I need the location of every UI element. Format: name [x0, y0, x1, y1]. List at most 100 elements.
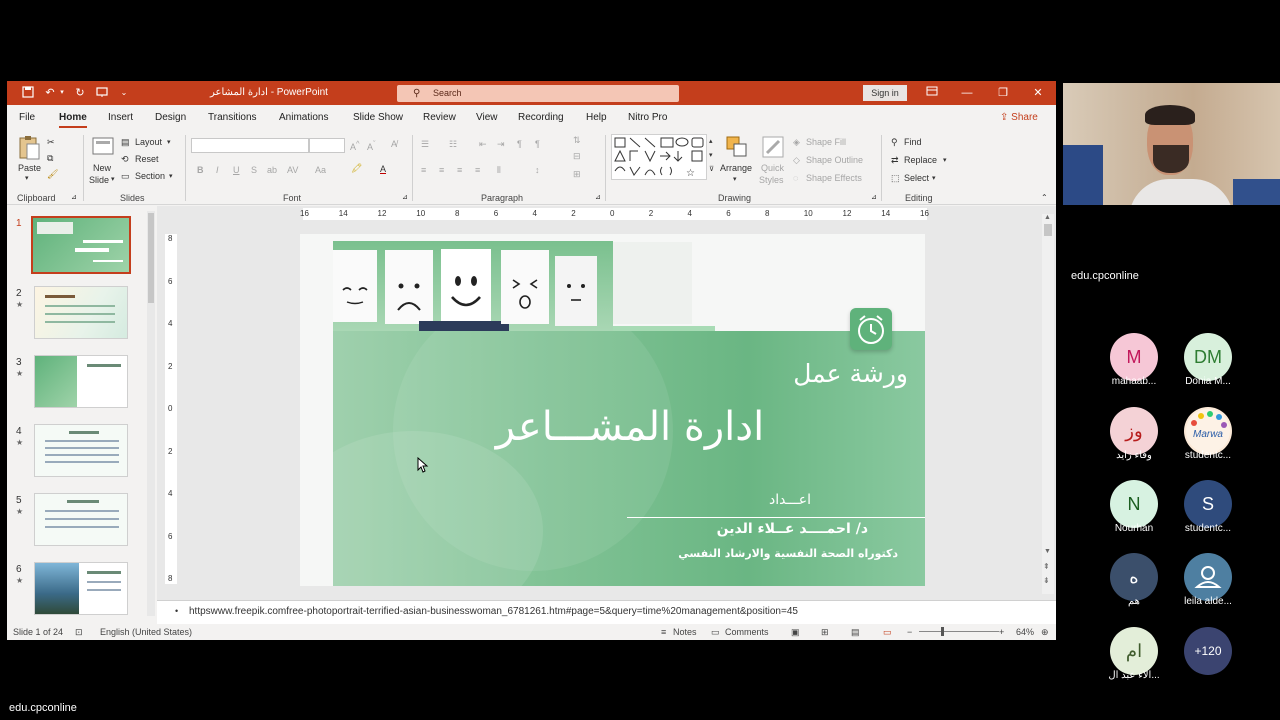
scroll-up-icon[interactable]: ▲ [1044, 214, 1051, 221]
new-slide-icon[interactable] [91, 135, 115, 159]
increase-font-icon[interactable]: A^ [350, 139, 360, 152]
justify-icon[interactable]: ≡ [475, 165, 480, 175]
font-color-icon[interactable]: A [380, 164, 386, 174]
editor-scrollbar[interactable]: ▲ ▼ ⇞ ⇟ [1042, 214, 1054, 594]
underline-icon[interactable]: U [233, 165, 240, 175]
font-size-select[interactable] [309, 138, 345, 153]
zoom-slider[interactable] [919, 631, 999, 632]
section-icon[interactable]: ▭ [121, 171, 130, 182]
increase-indent-icon[interactable]: ⇥ [497, 139, 505, 150]
tab-nitro-pro[interactable]: Nitro Pro [628, 112, 667, 123]
highlight-icon[interactable]: 🖍 [351, 163, 362, 174]
reset-button[interactable]: Reset [135, 154, 159, 164]
find-icon[interactable]: ⚲ [891, 137, 898, 148]
quick-styles-label[interactable]: Quick [761, 163, 784, 173]
share-button[interactable]: ⇪ Share [1000, 112, 1038, 123]
char-spacing-icon[interactable]: AV [287, 165, 298, 175]
slide-thumbnail-1[interactable] [31, 216, 131, 274]
tab-animations[interactable]: Animations [279, 112, 328, 123]
shape-outline-icon[interactable]: ◇ [793, 155, 800, 166]
slide-thumbnail-6[interactable] [34, 562, 128, 615]
slide-sorter-icon[interactable]: ⊞ [821, 627, 829, 638]
italic-icon[interactable]: I [216, 165, 219, 175]
tab-insert[interactable]: Insert [108, 112, 133, 123]
tab-home[interactable]: Home [59, 112, 87, 123]
undo-dropdown-icon[interactable]: ▾ [55, 86, 69, 100]
slide-thumbnail-2[interactable] [34, 286, 128, 339]
cut-icon[interactable]: ✂ [47, 137, 55, 148]
notes-button[interactable]: Notes [673, 627, 697, 637]
participant-avatar[interactable]: ام [1110, 627, 1158, 675]
tab-file[interactable]: File [19, 112, 35, 123]
decrease-indent-icon[interactable]: ⇤ [479, 139, 487, 150]
new-slide-label-2[interactable]: Slide [89, 175, 109, 185]
thumbnails-scroll-thumb[interactable] [148, 213, 154, 303]
replace-dropdown-icon[interactable]: ▾ [943, 156, 947, 164]
redo-icon[interactable]: ↻ [73, 86, 87, 100]
change-case-icon[interactable]: Aa [315, 165, 326, 175]
comments-button[interactable]: Comments [725, 627, 769, 637]
format-painter-icon[interactable]: 🖌 [47, 169, 58, 180]
shape-outline-button[interactable]: Shape Outline [806, 155, 863, 165]
minimize-icon[interactable]: — [958, 85, 976, 101]
replace-button[interactable]: Replace [904, 155, 937, 165]
reset-icon[interactable]: ⟲ [121, 154, 129, 165]
tab-help[interactable]: Help [586, 112, 607, 123]
participant-avatar[interactable]: DM [1184, 333, 1232, 381]
shapes-more-icon[interactable]: ⊽ [709, 165, 714, 173]
quick-styles-label-2[interactable]: Styles [759, 175, 784, 185]
layout-dropdown-icon[interactable]: ▾ [167, 138, 171, 146]
layout-button[interactable]: Layout [135, 137, 162, 147]
align-left-icon[interactable]: ≡ [421, 165, 426, 175]
close-icon[interactable]: ✕ [1029, 85, 1047, 101]
slide-thumbnail-5[interactable] [34, 493, 128, 546]
previous-slide-icon[interactable]: ⇞ [1043, 562, 1050, 571]
participant-avatar[interactable]: +120 [1184, 627, 1232, 675]
slide-thumbnail-3[interactable] [34, 355, 128, 408]
participant-avatar[interactable]: وز [1110, 407, 1158, 455]
language-status[interactable]: English (United States) [100, 627, 192, 637]
slide-thumbnail-4[interactable] [34, 424, 128, 477]
zoom-slider-thumb[interactable] [941, 627, 944, 636]
scroll-down-icon[interactable]: ▼ [1044, 548, 1051, 555]
arrange-label[interactable]: Arrange [720, 163, 752, 173]
participant-avatar[interactable] [1184, 553, 1232, 601]
comments-icon[interactable]: ▭ [711, 627, 720, 638]
arrange-dropdown-icon[interactable]: ▾ [733, 175, 737, 183]
paste-label[interactable]: Paste [18, 163, 41, 173]
zoom-in-icon[interactable]: + [999, 627, 1004, 637]
align-text-icon[interactable]: ⊟ [573, 151, 581, 162]
line-spacing-icon[interactable]: ↕ [535, 165, 540, 175]
drawing-launcher-icon[interactable]: ⊿ [871, 193, 877, 201]
customize-qat-icon[interactable]: ⌄ [117, 86, 131, 100]
slide-canvas[interactable]: ورشة عمل ادارة المشـــاعر اعـــداد د/ اح… [300, 234, 925, 586]
clipboard-launcher-icon[interactable]: ⊿ [71, 193, 77, 201]
section-button[interactable]: Section [135, 171, 165, 181]
tab-review[interactable]: Review [423, 112, 456, 123]
notes-icon[interactable]: ≡ [661, 627, 666, 637]
paste-dropdown-icon[interactable]: ▾ [25, 174, 29, 182]
participant-avatar[interactable]: Marwa [1184, 407, 1232, 455]
replace-icon[interactable]: ⇄ [891, 155, 899, 166]
participant-avatar[interactable]: S [1184, 480, 1232, 528]
ltr-icon[interactable]: ¶ [517, 139, 522, 149]
paragraph-launcher-icon[interactable]: ⊿ [595, 193, 601, 201]
zoom-out-icon[interactable]: − [907, 627, 912, 637]
save-icon[interactable] [21, 86, 35, 100]
next-slide-icon[interactable]: ⇟ [1043, 576, 1050, 585]
bold-icon[interactable]: B [197, 165, 204, 175]
bullets-icon[interactable]: ☰ [421, 139, 429, 150]
tab-slide-show[interactable]: Slide Show [353, 112, 403, 123]
reading-view-icon[interactable]: ▤ [851, 627, 860, 638]
tab-view[interactable]: View [476, 112, 498, 123]
shapes-scroll-down-icon[interactable]: ▾ [709, 151, 713, 159]
new-slide-label[interactable]: New [93, 163, 111, 173]
shadow-icon[interactable]: S [251, 165, 257, 175]
font-family-select[interactable] [191, 138, 309, 153]
select-icon[interactable]: ⬚ [891, 173, 900, 184]
shape-effects-button[interactable]: Shape Effects [806, 173, 862, 183]
participant-avatar[interactable]: M [1110, 333, 1158, 381]
select-button[interactable]: Select [904, 173, 929, 183]
shapes-gallery[interactable]: ☆ [611, 134, 707, 180]
select-dropdown-icon[interactable]: ▾ [932, 174, 936, 182]
